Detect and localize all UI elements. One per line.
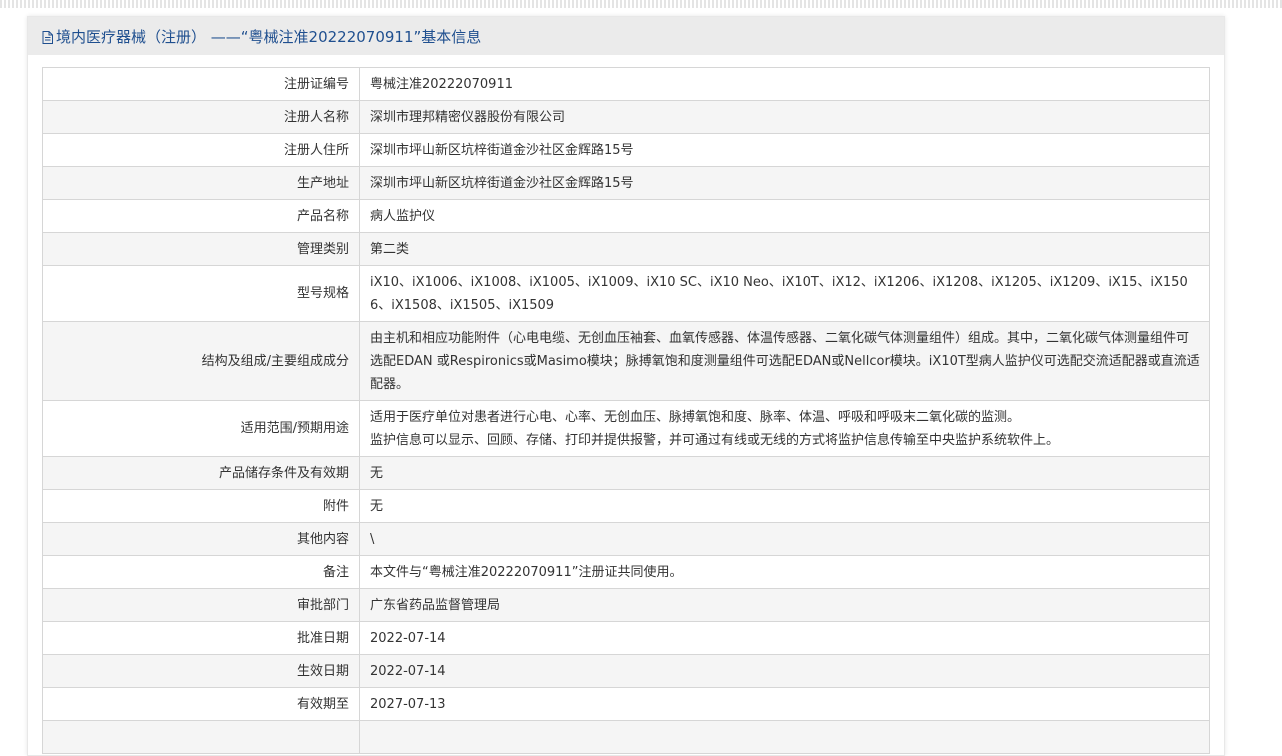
table-row: 附件 无 xyxy=(42,489,1210,523)
table-row: 生效日期 2022-07-14 xyxy=(42,654,1210,688)
top-decorative-strip xyxy=(0,0,1282,8)
row-value: 深圳市坪山新区坑梓街道金沙社区金辉路15号 xyxy=(359,166,1210,200)
table-row: 备注 本文件与“粤械注准20222070911”注册证共同使用。 xyxy=(42,555,1210,589)
table-row: 产品储存条件及有效期 无 xyxy=(42,456,1210,490)
row-value: 粤械注准20222070911 xyxy=(359,67,1210,101)
row-value: 无 xyxy=(359,456,1210,490)
row-value: \ xyxy=(359,522,1210,556)
row-label xyxy=(42,720,360,754)
row-value: 无 xyxy=(359,489,1210,523)
row-label: 生效日期 xyxy=(42,654,360,688)
table-row: 管理类别 第二类 xyxy=(42,232,1210,266)
info-table: 注册证编号 粤械注准20222070911 注册人名称 深圳市理邦精密仪器股份有… xyxy=(42,67,1210,754)
row-value: 病人监护仪 xyxy=(359,199,1210,233)
row-label: 附件 xyxy=(42,489,360,523)
row-value: 深圳市坪山新区坑梓街道金沙社区金辉路15号 xyxy=(359,133,1210,167)
row-value: 2027-07-13 xyxy=(359,687,1210,721)
table-row: 产品名称 病人监护仪 xyxy=(42,199,1210,233)
row-value: 第二类 xyxy=(359,232,1210,266)
device-info-panel: 境内医疗器械（注册） ——“粤械注准20222070911”基本信息 注册证编号… xyxy=(27,16,1225,756)
row-label: 备注 xyxy=(42,555,360,589)
table-row: 审批部门 广东省药品监督管理局 xyxy=(42,588,1210,622)
row-label: 产品储存条件及有效期 xyxy=(42,456,360,490)
row-label: 批准日期 xyxy=(42,621,360,655)
table-row: 生产地址 深圳市坪山新区坑梓街道金沙社区金辉路15号 xyxy=(42,166,1210,200)
row-label: 适用范围/预期用途 xyxy=(42,400,360,457)
row-value: 由主机和相应功能附件（心电电缆、无创血压袖套、血氧传感器、体温传感器、二氧化碳气… xyxy=(359,321,1210,401)
row-value: 广东省药品监督管理局 xyxy=(359,588,1210,622)
table-row: 有效期至 2027-07-13 xyxy=(42,687,1210,721)
table-row: 结构及组成/主要组成成分 由主机和相应功能附件（心电电缆、无创血压袖套、血氧传感… xyxy=(42,321,1210,401)
row-value: iX10、iX1006、iX1008、iX1005、iX1009、iX10 SC… xyxy=(359,265,1210,322)
table-row: 注册人名称 深圳市理邦精密仪器股份有限公司 xyxy=(42,100,1210,134)
table-row xyxy=(42,720,1210,754)
document-icon xyxy=(42,30,53,44)
row-label: 注册人住所 xyxy=(42,133,360,167)
row-value: 2022-07-14 xyxy=(359,621,1210,655)
row-label: 审批部门 xyxy=(42,588,360,622)
row-value: 2022-07-14 xyxy=(359,654,1210,688)
row-label: 管理类别 xyxy=(42,232,360,266)
row-value: 本文件与“粤械注准20222070911”注册证共同使用。 xyxy=(359,555,1210,589)
row-label: 产品名称 xyxy=(42,199,360,233)
table-row: 其他内容 \ xyxy=(42,522,1210,556)
row-label: 其他内容 xyxy=(42,522,360,556)
table-row: 注册人住所 深圳市坪山新区坑梓街道金沙社区金辉路15号 xyxy=(42,133,1210,167)
row-label: 有效期至 xyxy=(42,687,360,721)
row-value: 深圳市理邦精密仪器股份有限公司 xyxy=(359,100,1210,134)
table-row: 注册证编号 粤械注准20222070911 xyxy=(42,67,1210,101)
row-label: 生产地址 xyxy=(42,166,360,200)
row-label: 注册人名称 xyxy=(42,100,360,134)
row-value: 适用于医疗单位对患者进行心电、心率、无创血压、脉搏氧饱和度、脉率、体温、呼吸和呼… xyxy=(359,400,1210,457)
row-label: 型号规格 xyxy=(42,265,360,322)
table-row: 型号规格 iX10、iX1006、iX1008、iX1005、iX1009、iX… xyxy=(42,265,1210,322)
row-value xyxy=(359,720,1210,754)
page-title: 境内医疗器械（注册） ——“粤械注准20222070911”基本信息 xyxy=(56,27,482,46)
table-row: 适用范围/预期用途 适用于医疗单位对患者进行心电、心率、无创血压、脉搏氧饱和度、… xyxy=(42,400,1210,457)
row-label: 结构及组成/主要组成成分 xyxy=(42,321,360,401)
table-row: 批准日期 2022-07-14 xyxy=(42,621,1210,655)
panel-header: 境内医疗器械（注册） ——“粤械注准20222070911”基本信息 xyxy=(28,17,1224,55)
row-label: 注册证编号 xyxy=(42,67,360,101)
